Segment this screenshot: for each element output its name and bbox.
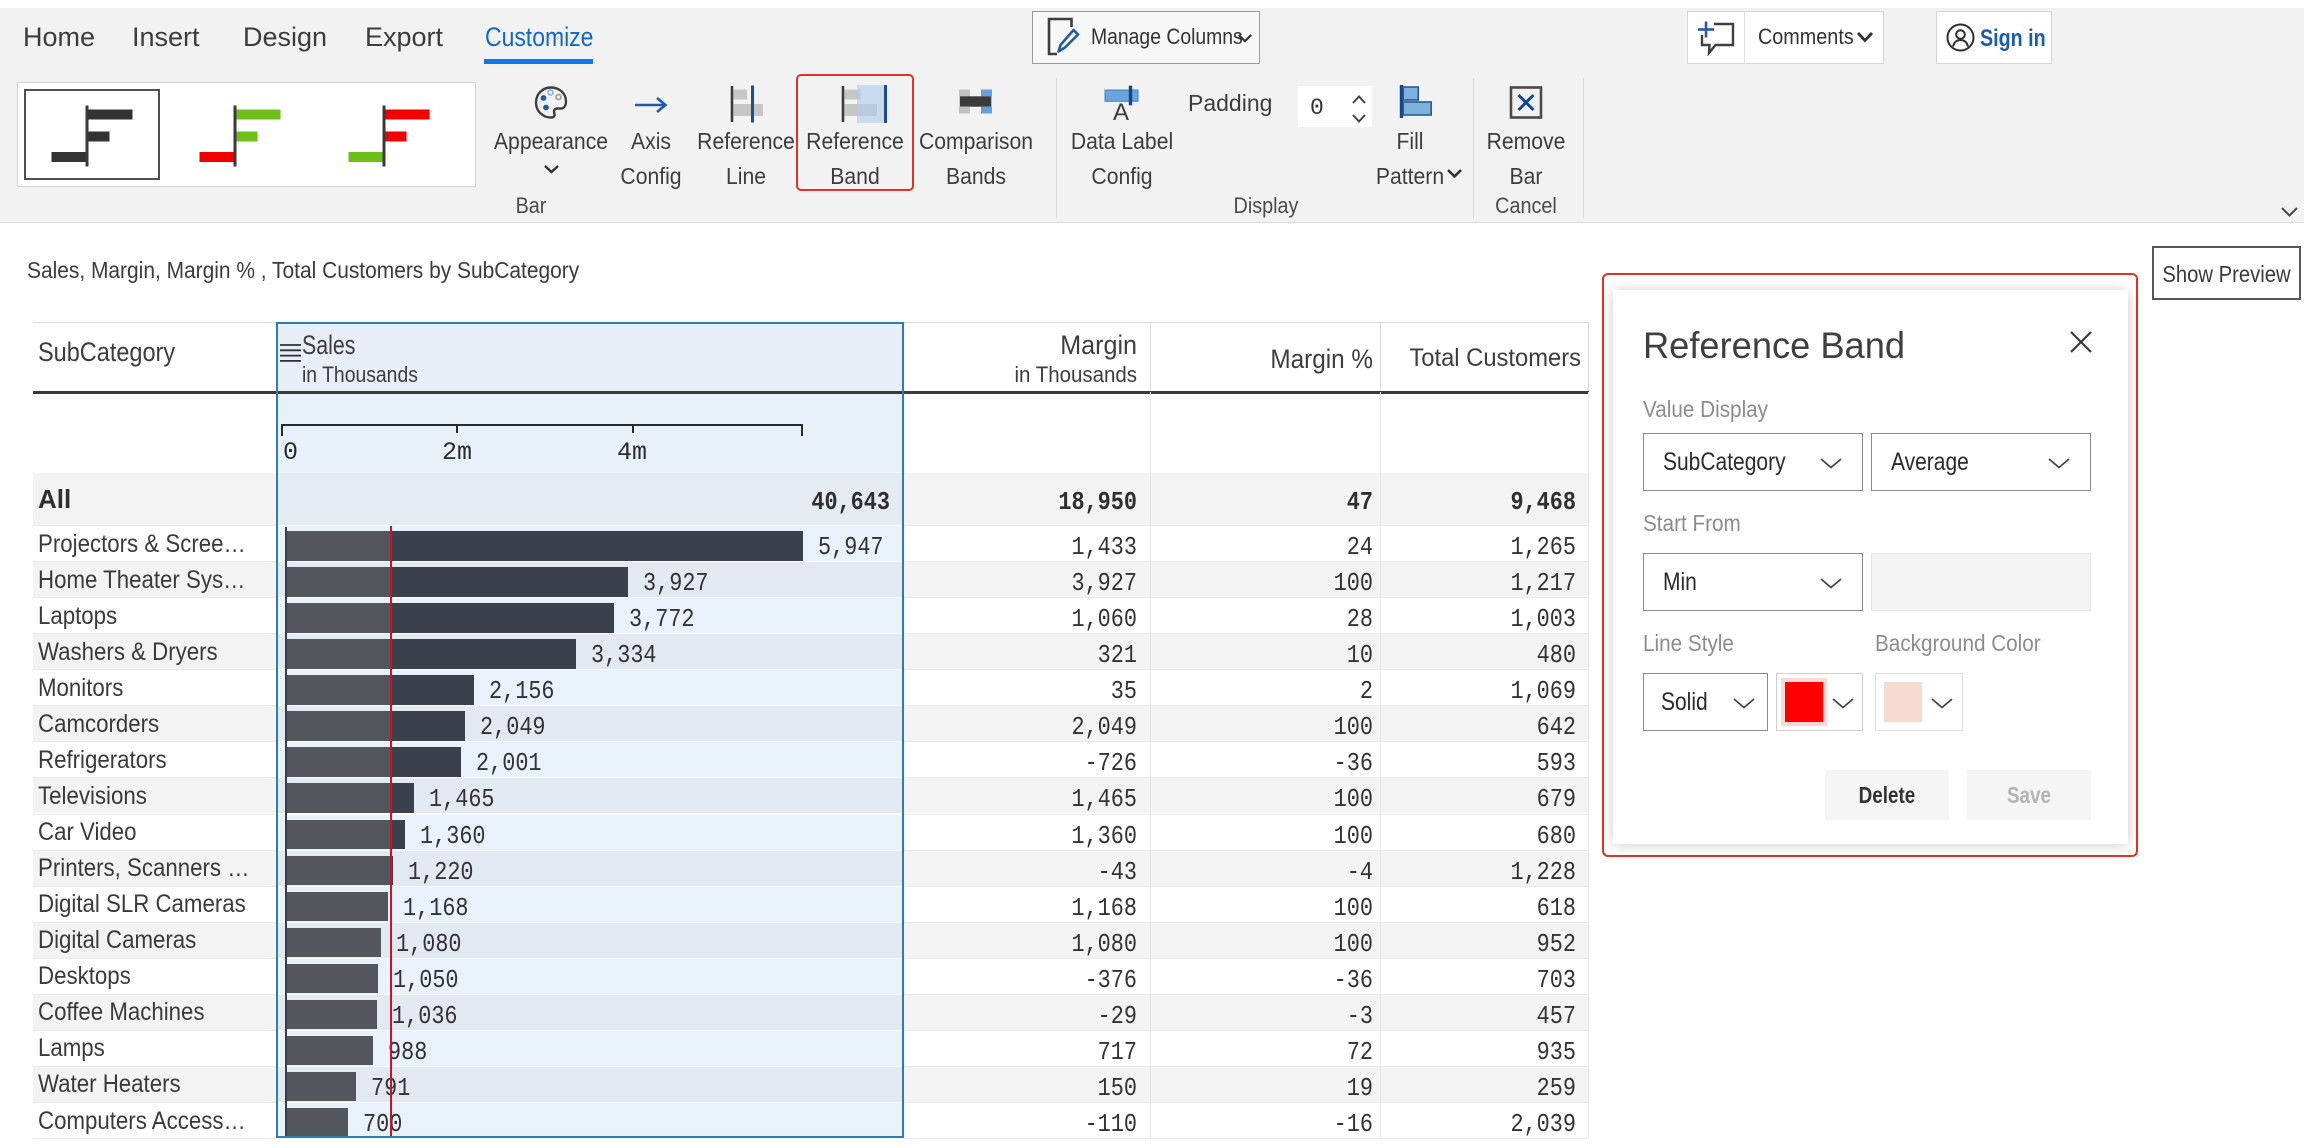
svg-text:A: A — [1113, 99, 1129, 121]
